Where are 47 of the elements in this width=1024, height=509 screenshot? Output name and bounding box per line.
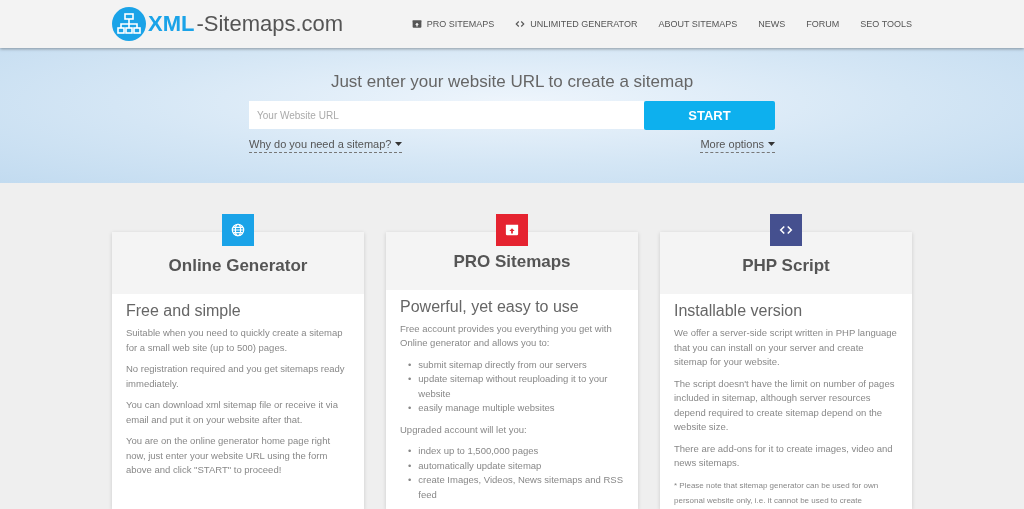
- nav-link[interactable]: NEWS: [758, 19, 786, 29]
- card-paragraph: Free account provides you everything you get with Online generator and allows you to:: [400, 321, 613, 350]
- nav-link[interactable]: PRO SITEMAPS: [411, 19, 495, 29]
- list-bullet: •: [408, 357, 412, 372]
- card-paragraph: The script doesn't have the limit on number of pages included in sitemap, although server resources depend required to create sitemap depend on the website size.: [674, 376, 896, 434]
- caret-icon: [768, 142, 775, 146]
- logo-text: XML: [148, 11, 195, 37]
- list-item: easily manage multiple websites: [418, 401, 555, 415]
- card-paragraph: We offer a server-side script written in PHP language that you can install on your server and create sitemap for your website.: [674, 326, 898, 369]
- dropdown-link[interactable]: More options: [700, 138, 775, 153]
- logo-icon: [112, 7, 146, 41]
- code-icon: [779, 223, 793, 237]
- nav-link[interactable]: SEO TOOLS: [860, 19, 912, 29]
- card-paragraph: You can download xml sitemap file or receive it via email and put it on your website after that.: [126, 398, 339, 427]
- caret-icon: [395, 142, 403, 146]
- nav-link[interactable]: ABOUT SITEMAPS: [658, 19, 738, 29]
- globe-icon: [231, 223, 245, 237]
- card-paragraph: Upgraded account will let you:: [400, 422, 528, 437]
- hero-title: Just enter your website URL to create a sitemap: [330, 72, 694, 92]
- card-subtitle: Powerful, yet easy to use: [400, 297, 580, 316]
- nav-link[interactable]: FORUM: [806, 19, 840, 29]
- url-field[interactable]: Your Website URL: [249, 101, 644, 129]
- card-subtitle: Free and simple: [126, 302, 242, 320]
- logo-text: -Sitemaps.com: [196, 11, 344, 37]
- list-item: automatically update sitemap: [418, 458, 542, 473]
- card-subtitle: Installable version: [674, 302, 804, 320]
- list-bullet: •: [408, 401, 412, 415]
- list-bullet: •: [408, 444, 412, 458]
- card-title: PRO Sitemaps: [453, 251, 571, 272]
- dropdown-link[interactable]: Why do you need a sitemap?: [249, 138, 403, 153]
- card-paragraph: No registration required and you get sitemaps ready immediately.: [126, 362, 346, 391]
- nav-link[interactable]: UNLIMITED GENERATOR: [515, 19, 638, 29]
- card-note: * Please note that sitemap generator can be used for own personal website only, i.e. it cannot be used to create: [674, 479, 880, 507]
- card-title: PHP Script: [742, 256, 830, 276]
- code-icon: [515, 19, 526, 29]
- list-item: submit sitemap directly from our servers: [418, 357, 587, 372]
- box-icon: [505, 223, 519, 237]
- list-bullet: •: [408, 372, 412, 386]
- card-paragraph: You are on the online generator home page right now, just enter your website URL using the form above and click "START" to proceed!: [126, 434, 332, 477]
- list-item: index up to 1,500,000 pages: [418, 444, 539, 458]
- list-item: create Images, Videos, News sitemaps and RSS feed: [418, 473, 624, 502]
- list-bullet: •: [408, 473, 412, 487]
- card-title: Online Generator: [168, 256, 308, 276]
- box-icon: [411, 19, 422, 29]
- list-bullet: •: [408, 458, 412, 473]
- card-paragraph: Suitable when you need to quickly create a sitemap for a small web site (up to 500) pages.: [126, 326, 344, 355]
- card-paragraph: There are add-ons for it to create images, video and news sitemaps.: [674, 441, 894, 470]
